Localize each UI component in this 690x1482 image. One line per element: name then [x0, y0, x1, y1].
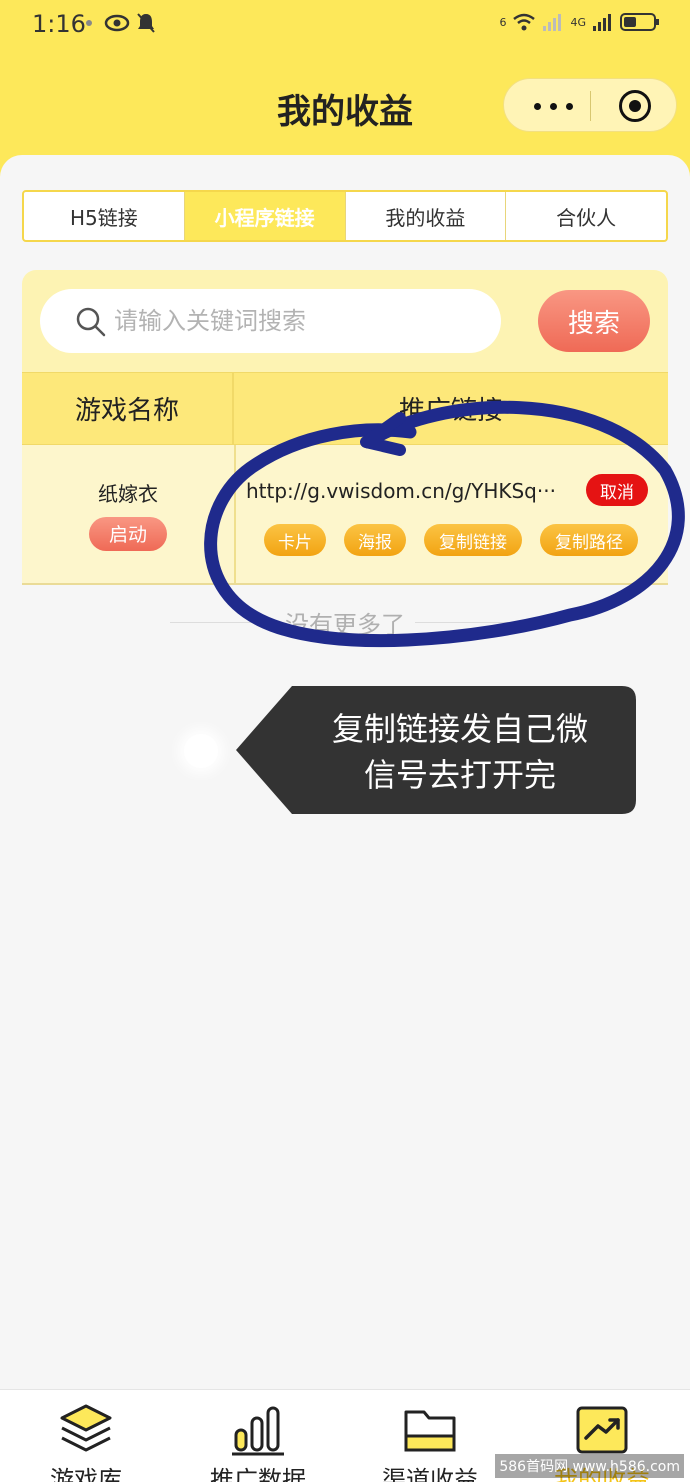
column-header-promo-link: 推广链接 — [398, 396, 503, 426]
capsule-divider — [590, 91, 591, 121]
miniprogram-capsule — [503, 78, 677, 132]
search-button[interactable]: 搜索 — [538, 290, 650, 352]
tab-h5-link[interactable]: H5链接 — [24, 192, 185, 240]
divider — [170, 621, 275, 623]
promo-link-text[interactable]: http://g.vwisdom.cn/g/YHKSq··· — [246, 479, 568, 503]
card-button[interactable]: 卡片 — [264, 524, 326, 556]
eye-icon — [104, 14, 130, 32]
more-dot-icon — [534, 103, 541, 110]
annotation-line-2: 信号去打开完 — [363, 756, 556, 794]
link-actions: 卡片 海报 复制链接 复制路径 — [264, 524, 638, 556]
copy-path-button[interactable]: 复制路径 — [540, 524, 638, 556]
list-end-indicator: 没有更多了 — [170, 604, 520, 640]
search-input[interactable] — [114, 304, 484, 338]
start-button[interactable]: 启动 — [89, 516, 167, 551]
search-bar — [40, 289, 501, 353]
table-header: 游戏名称 推广链接 — [22, 372, 668, 445]
nav-promo-data[interactable]: 推广数据 — [172, 1390, 344, 1482]
network-b-label: 4G — [570, 15, 586, 29]
tab-my-earnings[interactable]: 我的收益 — [346, 192, 507, 240]
tab-partner[interactable]: 合伙人 — [506, 192, 666, 240]
search-icon — [76, 307, 106, 337]
poster-button[interactable]: 海报 — [344, 524, 406, 556]
bell-muted-icon — [137, 13, 155, 33]
game-cell: 纸嫁衣 启动 — [22, 445, 236, 583]
network-a-label: 6 — [499, 15, 507, 29]
annotation-tooltip: 复制链接发自己微 信号去打开完 — [300, 706, 620, 798]
table-row: 纸嫁衣 启动 http://g.vwisdom.cn/g/YHKSq··· 取消… — [22, 445, 668, 585]
column-header-game-name: 游戏名称 — [22, 373, 234, 444]
watermark: 586首码网 www.h586.com — [495, 1454, 684, 1478]
link-cell: http://g.vwisdom.cn/g/YHKSq··· 取消 卡片 海报 … — [236, 445, 668, 583]
app-header: 我的收益 — [0, 56, 690, 156]
wifi-icon — [513, 13, 536, 31]
more-dot-icon — [550, 103, 557, 110]
nav-game-library[interactable]: 游戏库 — [0, 1390, 172, 1482]
status-bar: 1:16 6 4G — [0, 0, 690, 56]
nav-channel-earnings[interactable]: 渠道收益 — [344, 1390, 516, 1482]
battery-icon — [620, 13, 659, 31]
more-menu-button[interactable] — [526, 79, 586, 133]
signal-icon — [543, 14, 562, 31]
signal-icon-2 — [593, 14, 611, 31]
tab-bar: H5链接 小程序链接 我的收益 合伙人 — [22, 190, 668, 242]
status-time: 1:16 — [32, 10, 86, 38]
copy-link-button[interactable]: 复制链接 — [424, 524, 522, 556]
bar-chart-icon — [232, 1406, 284, 1456]
notification-dot-icon — [86, 20, 92, 26]
touch-indicator — [184, 734, 218, 768]
layers-icon — [60, 1404, 112, 1452]
more-dot-icon — [566, 103, 573, 110]
tab-miniprogram-link[interactable]: 小程序链接 — [184, 192, 346, 240]
folder-icon — [404, 1410, 456, 1452]
nav-label: 游戏库 — [50, 1466, 122, 1482]
annotation-line-1: 复制链接发自己微 — [331, 710, 588, 748]
divider — [415, 621, 520, 623]
nav-label: 推广数据 — [210, 1466, 306, 1482]
nav-label: 渠道收益 — [382, 1466, 478, 1482]
cancel-button[interactable]: 取消 — [586, 474, 648, 506]
trend-chart-icon — [576, 1406, 628, 1454]
list-end-text: 没有更多了 — [285, 610, 405, 639]
game-name: 纸嫁衣 — [98, 481, 158, 506]
close-miniprogram-icon[interactable] — [619, 90, 651, 122]
